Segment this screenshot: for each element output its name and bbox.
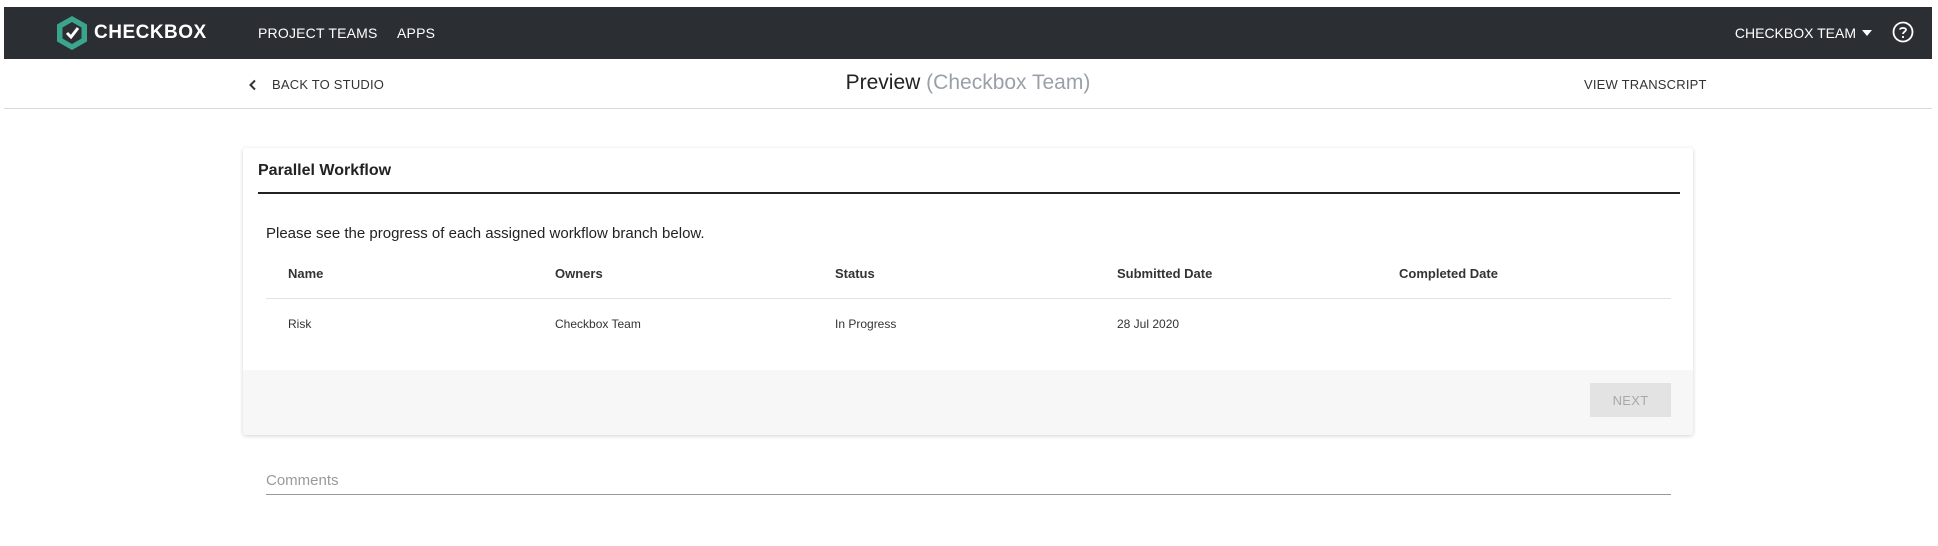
- workflow-branches-table: Name Owners Status Submitted Date Comple…: [266, 266, 1671, 349]
- column-header-name: Name: [288, 266, 324, 281]
- nav-project-teams[interactable]: PROJECT TEAMS: [258, 25, 378, 41]
- card-footer: NEXT: [243, 370, 1693, 435]
- logo-text: CHECKBOX: [94, 22, 207, 43]
- next-button[interactable]: NEXT: [1590, 383, 1671, 417]
- column-header-owners: Owners: [555, 266, 603, 281]
- view-transcript-link[interactable]: VIEW TRANSCRIPT: [1584, 77, 1707, 92]
- column-header-submitted-date: Submitted Date: [1117, 266, 1213, 281]
- page-title-team: (Checkbox Team): [926, 71, 1091, 94]
- top-navbar: CHECKBOX PROJECT TEAMS APPS CHECKBOX TEA…: [4, 7, 1932, 59]
- nav-apps[interactable]: APPS: [397, 25, 435, 41]
- cell-submitted-date: 28 Jul 2020: [1117, 317, 1180, 331]
- card-title: Parallel Workflow: [258, 162, 392, 179]
- column-header-status: Status: [835, 266, 875, 281]
- checkbox-logo[interactable]: CHECKBOX: [56, 15, 207, 51]
- table-header: Name Owners Status Submitted Date Comple…: [266, 266, 1671, 299]
- column-header-completed-date: Completed Date: [1399, 266, 1498, 281]
- cell-owners: Checkbox Team: [555, 317, 641, 331]
- cell-name: Risk: [288, 317, 312, 331]
- help-icon[interactable]: [1892, 21, 1914, 43]
- caret-down-icon: [1862, 30, 1872, 36]
- card-divider: [258, 192, 1680, 194]
- preview-header: BACK TO STUDIO Preview (Checkbox Team) V…: [4, 59, 1932, 109]
- table-row: Risk Checkbox Team In Progress 28 Jul 20…: [266, 299, 1671, 349]
- cell-status: In Progress: [835, 317, 897, 331]
- parallel-workflow-card: Parallel Workflow Please see the progres…: [243, 148, 1693, 435]
- page-title-text: Preview: [845, 71, 921, 94]
- checkbox-logo-icon: [57, 16, 87, 50]
- team-menu[interactable]: CHECKBOX TEAM: [1735, 25, 1872, 41]
- card-intro-text: Please see the progress of each assigned…: [266, 225, 705, 242]
- comments-input[interactable]: [266, 467, 1671, 495]
- team-menu-label: CHECKBOX TEAM: [1734, 25, 1856, 41]
